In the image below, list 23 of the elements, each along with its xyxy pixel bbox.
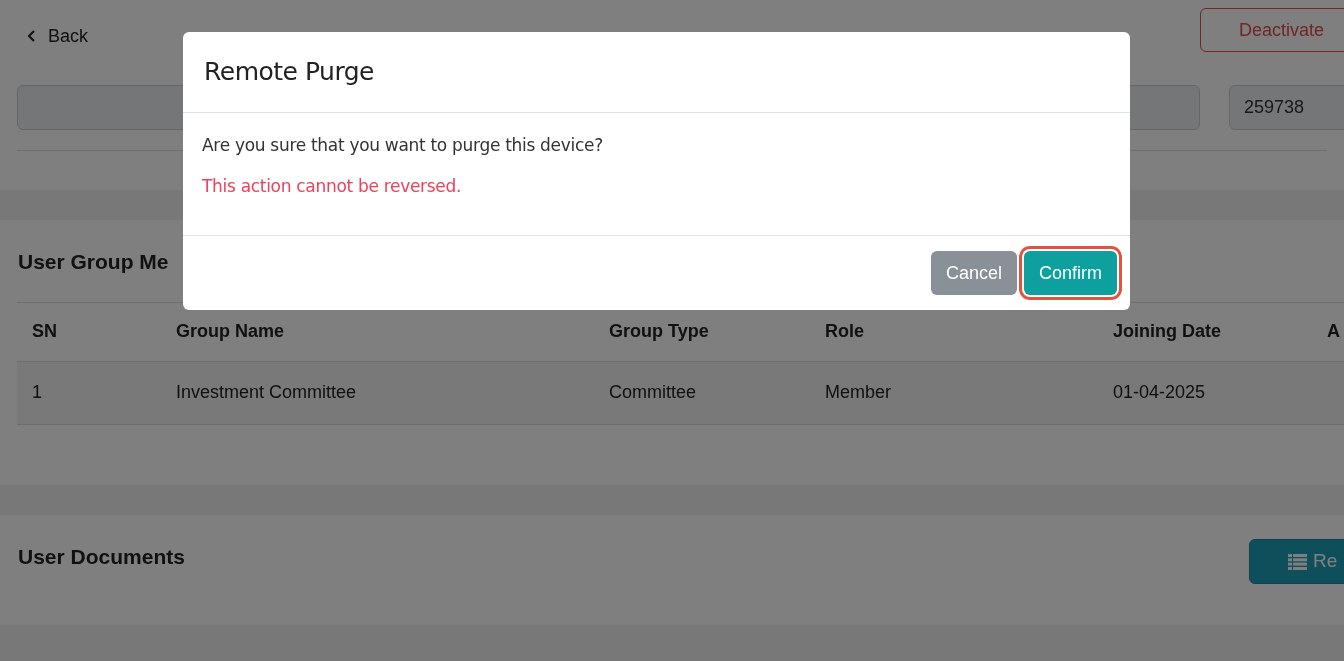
- section-title: User Documents: [17, 544, 185, 570]
- dialog-message: Are you sure that you want to purge this device?: [202, 134, 604, 157]
- cancel-button[interactable]: Cancel: [930, 251, 1017, 295]
- table-cell: Investment Committee: [176, 382, 357, 402]
- column-header: SN: [32, 321, 57, 341]
- back-button[interactable]: Back: [28, 22, 89, 50]
- column-header: Joining Date: [1113, 321, 1221, 341]
- deactivate-button[interactable]: Deactivate: [1200, 8, 1344, 52]
- records-button[interactable]: Re: [1249, 539, 1344, 584]
- table-cell: 1: [32, 382, 42, 402]
- column-header: A: [1327, 321, 1340, 341]
- section-title: User Group Me: [18, 249, 169, 275]
- warning-text: This action cannot be reversed.: [202, 174, 463, 198]
- column-header: Group Type: [609, 321, 709, 341]
- dialog-title: Remote Purge: [204, 56, 374, 89]
- table-cell: Committee: [609, 382, 697, 402]
- chevron-left-icon: [28, 30, 36, 42]
- column-header: Role: [825, 321, 864, 341]
- table-cell: 01-04-2025: [1113, 382, 1206, 402]
- list-icon: [1288, 553, 1307, 570]
- table-cell: Member: [825, 382, 891, 402]
- input-field[interactable]: 259738: [1229, 85, 1344, 130]
- column-header: Group Name: [176, 321, 285, 341]
